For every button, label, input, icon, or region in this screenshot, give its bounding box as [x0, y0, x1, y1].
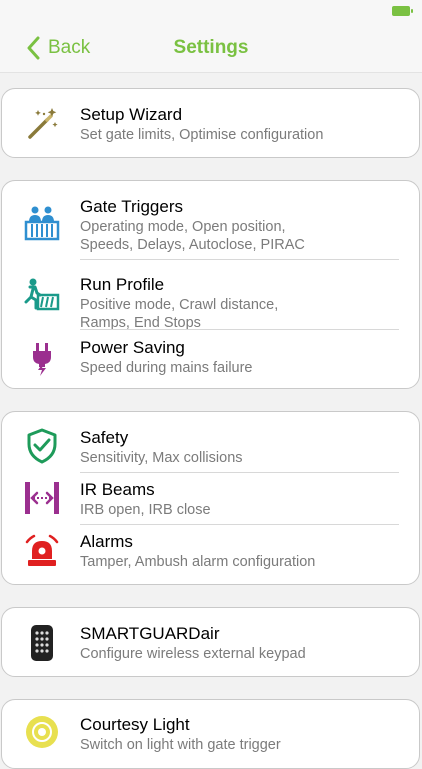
- power-saving-item[interactable]: Power Saving Speed during mains failure: [2, 330, 419, 388]
- alarms-title: Alarms: [80, 532, 133, 551]
- running-gate-icon: [24, 277, 60, 313]
- setup-wizard-item[interactable]: Setup Wizard Set gate limits, Optimise c…: [2, 89, 419, 157]
- settings-group-light: Courtesy Light Switch on light with gate…: [1, 699, 420, 769]
- run-profile-item[interactable]: Run Profile Positive mode, Crawl distanc…: [2, 260, 419, 331]
- magic-wand-icon: [24, 106, 60, 142]
- gate-triggers-title: Gate Triggers: [80, 197, 183, 216]
- smartguardair-title: SMARTGUARDair: [80, 624, 220, 643]
- status-bar: [0, 0, 422, 22]
- ir-beams-subtitle: IRB open, IRB close: [80, 502, 211, 518]
- smartguardair-subtitle: Configure wireless external keypad: [80, 646, 306, 662]
- safety-title: Safety: [80, 428, 129, 447]
- chevron-left-icon: [27, 36, 40, 60]
- alarms-subtitle: Tamper, Ambush alarm configuration: [80, 554, 316, 570]
- ir-beam-icon: [24, 480, 60, 516]
- shield-check-icon: [24, 428, 60, 464]
- navigation-bar: Back Settings: [0, 22, 422, 73]
- battery-icon: [392, 6, 413, 16]
- alarm-siren-icon: [24, 533, 60, 569]
- gate-triggers-subtitle-line2: Speeds, Delays, Autoclose, PIRAC: [80, 237, 305, 253]
- ir-beams-title: IR Beams: [80, 480, 155, 499]
- ir-beams-item[interactable]: IR Beams IRB open, IRB close: [2, 473, 419, 524]
- settings-group-gate: Gate Triggers Operating mode, Open posit…: [1, 180, 420, 389]
- courtesy-light-item[interactable]: Courtesy Light Switch on light with gate…: [2, 700, 419, 768]
- power-plug-icon: [24, 341, 60, 377]
- safety-subtitle: Sensitivity, Max collisions: [80, 450, 243, 466]
- back-label: Back: [48, 37, 91, 58]
- back-button[interactable]: Back: [26, 34, 90, 62]
- power-saving-subtitle: Speed during mains failure: [80, 360, 253, 376]
- run-profile-subtitle-line1: Positive mode, Crawl distance,: [80, 297, 279, 313]
- keypad-icon: [24, 625, 60, 661]
- settings-group-setup: Setup Wizard Set gate limits, Optimise c…: [1, 88, 420, 158]
- gate-triggers-item[interactable]: Gate Triggers Operating mode, Open posit…: [2, 181, 419, 259]
- settings-group-safety: Safety Sensitivity, Max collisions IR Be…: [1, 411, 420, 585]
- gate-triggers-subtitle-line1: Operating mode, Open position,: [80, 219, 286, 235]
- power-saving-title: Power Saving: [80, 338, 185, 357]
- setup-wizard-subtitle: Set gate limits, Optimise configuration: [80, 127, 324, 143]
- setup-wizard-title: Setup Wizard: [80, 105, 183, 124]
- light-bulb-icon: [24, 714, 60, 750]
- smartguardair-item[interactable]: SMARTGUARDair Configure wireless externa…: [2, 608, 419, 676]
- courtesy-light-subtitle: Switch on light with gate trigger: [80, 737, 281, 753]
- run-profile-title: Run Profile: [80, 275, 165, 294]
- alarms-item[interactable]: Alarms Tamper, Ambush alarm configuratio…: [2, 525, 419, 584]
- safety-item[interactable]: Safety Sensitivity, Max collisions: [2, 412, 419, 472]
- settings-group-keypad: SMARTGUARDair Configure wireless externa…: [1, 607, 420, 677]
- gate-people-icon: [24, 205, 60, 241]
- courtesy-light-title: Courtesy Light: [80, 715, 190, 734]
